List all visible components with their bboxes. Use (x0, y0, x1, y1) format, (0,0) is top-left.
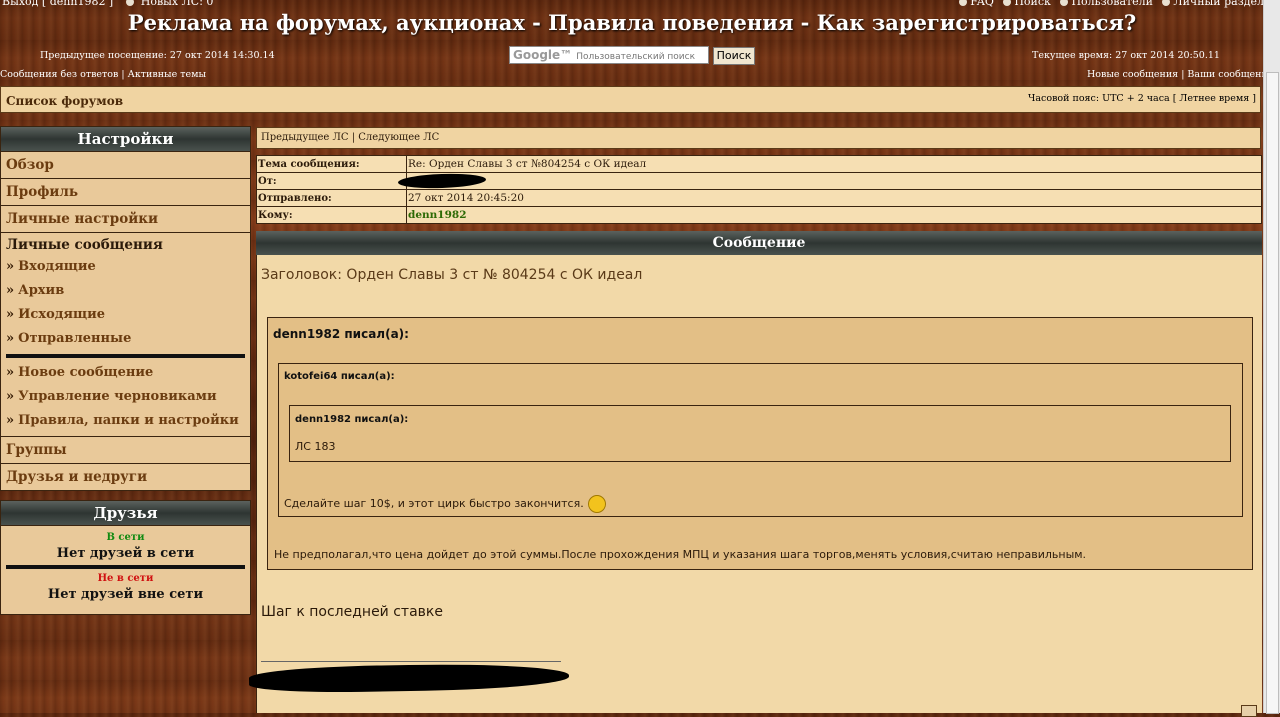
compose-link[interactable]: » Новое сообщение (6, 362, 245, 386)
ucp-icon (1162, 0, 1171, 6)
prev-visit: Предыдущее посещение: 27 окт 2014 14:30.… (40, 50, 275, 61)
faq-icon (959, 0, 968, 6)
quote-text: Сделайте шаг 10$, и этот цирк быстро зак… (284, 495, 606, 513)
new-pm-count[interactable]: Новых ЛС: 0 (141, 0, 214, 8)
quote-outer: denn1982 писал(а): kotofei64 писал(а): d… (267, 317, 1253, 570)
drafts-link[interactable]: » Управление черновиками (6, 386, 245, 410)
members-icon (1060, 0, 1069, 6)
quote-author: kotofei64 писал(а): (284, 371, 395, 382)
faq-link[interactable]: FAQ (970, 0, 994, 8)
back-to-top-button[interactable] (1241, 705, 1257, 717)
friends-panel: Друзья В сети Нет друзей в сети Не в сет… (0, 500, 251, 615)
from-key: От: (256, 172, 407, 190)
search-placeholder: Пользовательский поиск (576, 52, 696, 62)
divider (6, 354, 245, 358)
quote-author: denn1982 писал(а): (273, 327, 409, 341)
forum-index-link[interactable]: Список форумов (6, 94, 123, 108)
subject-value: Re: Орден Славы 3 ст №804254 с ОК идеал (406, 155, 1262, 173)
menu-friends-foes[interactable]: Друзья и недруги (0, 464, 251, 491)
menu-overview[interactable]: Обзор (0, 152, 251, 179)
quote-inner: denn1982 писал(а): ЛС 183 (289, 405, 1231, 462)
divider (6, 565, 245, 569)
search-link[interactable]: Поиск (1014, 0, 1051, 8)
new-posts-link[interactable]: Новые сообщения (1087, 69, 1178, 80)
members-link[interactable]: Пользователи (1071, 0, 1152, 8)
offline-empty: Нет друзей вне сети (47, 587, 204, 602)
logout-link[interactable]: Выход [ denn1982 ] (2, 0, 113, 8)
top-bar: Выход [ denn1982 ] Новых ЛС: 0 FAQ Поиск… (0, 0, 1264, 8)
pm-icon (126, 0, 135, 6)
sent-key: Отправлено: (256, 189, 407, 207)
folder-archive[interactable]: » Архив (6, 280, 245, 304)
nav-left: Сообщения без ответов | Активные темы (0, 69, 206, 80)
sent-value: 27 окт 2014 20:45:20 (406, 189, 1262, 207)
message-header: Сообщение (256, 231, 1262, 255)
search-input[interactable]: Google™ Пользовательский поиск (509, 46, 709, 64)
menu-prefs[interactable]: Личные настройки (0, 206, 251, 233)
pager-separator: | (351, 132, 356, 143)
search-icon (1003, 0, 1012, 6)
message-body: Заголовок: Орден Славы 3 ст № 804254 с О… (248, 255, 1262, 713)
quote-middle: kotofei64 писал(а): denn1982 писал(а): Л… (278, 363, 1243, 517)
message-header-table: Тема сообщения: Re: Орден Славы 3 ст №804… (256, 155, 1262, 224)
quote-author: denn1982 писал(а): (295, 414, 409, 425)
from-value (397, 172, 1262, 190)
smiley-icon (587, 495, 606, 513)
site-title[interactable]: Реклама на форумах, аукционах - Правила … (0, 10, 1264, 35)
redacted-signature (248, 662, 570, 694)
folder-inbox[interactable]: » Входящие (6, 256, 245, 280)
offline-label: Не в сети (97, 573, 154, 584)
online-label: В сети (106, 532, 145, 543)
folder-outbox[interactable]: » Исходящие (6, 304, 245, 328)
to-key: Кому: (256, 206, 407, 224)
rules-folders-link[interactable]: » Правила, папки и настройки (6, 410, 245, 434)
menu-profile[interactable]: Профиль (0, 179, 251, 206)
your-posts-link[interactable]: Ваши сообщения (1187, 69, 1273, 80)
prev-pm-link[interactable]: Предыдущее ЛС (261, 132, 349, 143)
pm-section-title: Личные сообщения (6, 237, 163, 253)
active-topics-link[interactable]: Активные темы (128, 69, 206, 80)
unanswered-link[interactable]: Сообщения без ответов (0, 69, 118, 80)
folder-sent[interactable]: » Отправленные (6, 328, 245, 352)
online-empty: Нет друзей в сети (56, 546, 195, 561)
subject-key: Тема сообщения: (256, 155, 407, 173)
pm-section: Личные сообщения » Входящие » Архив » Исход… (0, 233, 251, 437)
message-subject: Заголовок: Орден Славы 3 ст № 804254 с О… (261, 267, 643, 283)
nav-separator: | (121, 69, 125, 80)
search-button[interactable]: Поиск (713, 47, 755, 65)
ucp-link[interactable]: Личный раздел (1173, 0, 1264, 8)
timezone: Часовой пояс: UTC + 2 часа [ Летнее врем… (1028, 93, 1256, 104)
quote-text: Не предполагал,что цена дойдет до этой с… (274, 548, 1087, 561)
message-text: Шаг к последней ставке (261, 604, 443, 620)
next-pm-link[interactable]: Следующее ЛС (358, 132, 439, 143)
nav-right: Новые сообщения | Ваши сообщения (1087, 69, 1274, 80)
recipient-link[interactable]: denn1982 (406, 206, 1262, 224)
current-time: Текущее время: 27 окт 2014 20:50.11 (1032, 50, 1220, 61)
top-bar-left: Выход [ denn1982 ] Новых ЛС: 0 (2, 0, 214, 8)
settings-menu: Настройки Обзор Профиль Личные настройки… (0, 126, 251, 491)
settings-header: Настройки (0, 126, 251, 152)
redacted-sender (397, 172, 487, 190)
menu-groups[interactable]: Группы (0, 437, 251, 464)
scrollbar-thumb[interactable] (1266, 72, 1279, 714)
quote-text: ЛС 183 (295, 440, 336, 453)
breadcrumb-bar: Список форумов Часовой пояс: UTC + 2 час… (0, 86, 1261, 113)
friends-header: Друзья (0, 500, 251, 526)
nav-separator: | (1181, 69, 1185, 80)
pm-pager: Предыдущее ЛС | Следующее ЛС (256, 127, 1261, 149)
scrollbar[interactable] (1263, 0, 1280, 714)
signature-divider (261, 661, 561, 662)
top-bar-right: FAQ Поиск Пользователи Личный раздел (953, 0, 1264, 8)
google-logo: Google™ (513, 48, 573, 62)
